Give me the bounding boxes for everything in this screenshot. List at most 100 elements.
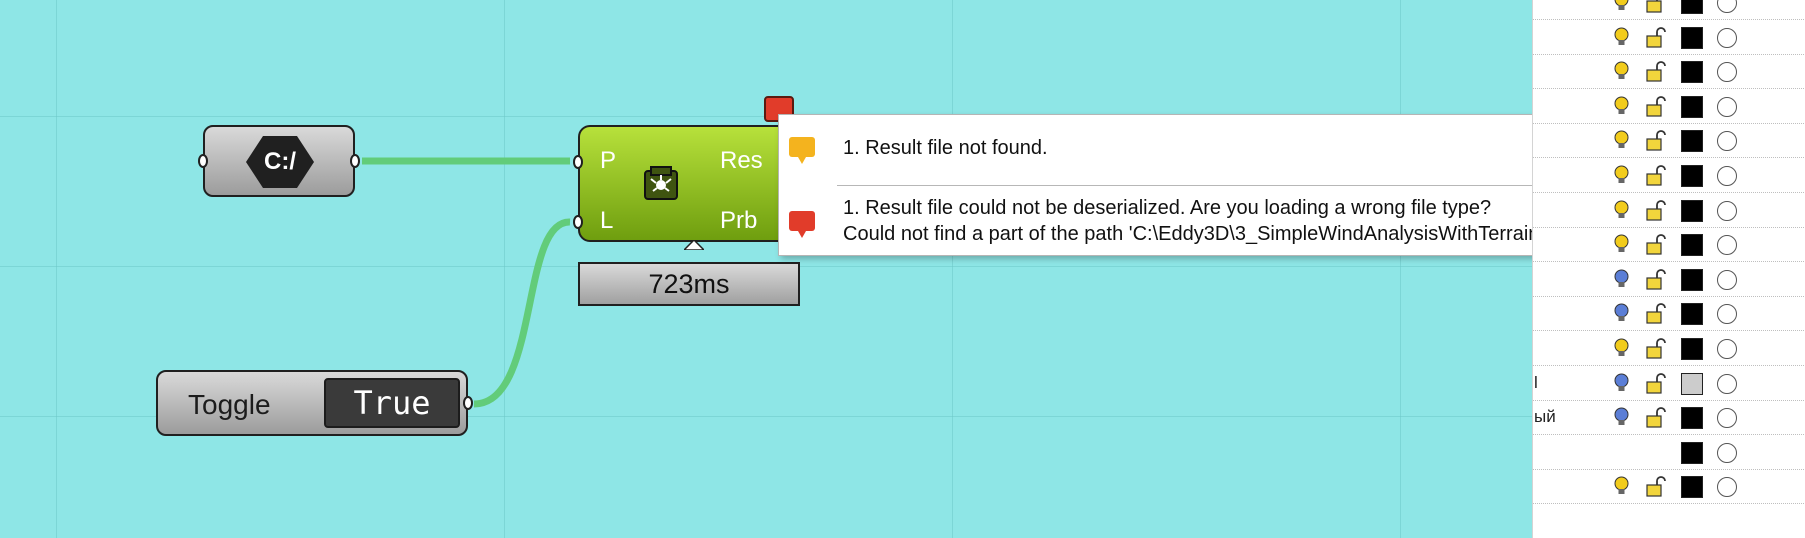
layer-row[interactable] (1533, 194, 1805, 228)
path-input-grip[interactable] (198, 154, 208, 168)
input-label-l: L (600, 207, 614, 234)
material-circle-icon[interactable] (1717, 0, 1737, 13)
material-circle-icon[interactable] (1717, 339, 1737, 359)
material-circle-icon[interactable] (1717, 373, 1737, 394)
unlock-icon[interactable] (1645, 476, 1667, 498)
layer-color-swatch[interactable] (1681, 441, 1703, 464)
layer-name: ый (1534, 407, 1556, 427)
layers-panel[interactable]: l ый (1532, 0, 1805, 538)
layer-row[interactable] (1533, 436, 1805, 470)
light-bulb-icon[interactable] (1613, 373, 1630, 395)
layer-row[interactable]: ый (1533, 401, 1805, 436)
material-circle-icon[interactable] (1717, 477, 1737, 498)
unlock-icon[interactable] (1645, 338, 1667, 360)
unlock-icon[interactable] (1645, 61, 1667, 83)
layer-row[interactable] (1533, 228, 1805, 263)
input-label-p: P (600, 147, 617, 174)
component-notch (684, 240, 704, 250)
light-bulb-icon[interactable] (1613, 269, 1630, 291)
layer-row[interactable] (1533, 332, 1805, 366)
layer-color-swatch[interactable] (1681, 407, 1703, 430)
material-circle-icon[interactable] (1717, 304, 1737, 325)
wind-analysis-component[interactable]: P L Res Prb (573, 125, 790, 242)
error-bubble-icon (789, 211, 815, 238)
light-bulb-icon[interactable] (1613, 130, 1630, 152)
layer-color-swatch[interactable] (1681, 372, 1703, 395)
toggle-label: Toggle (188, 389, 271, 420)
unlock-icon[interactable] (1645, 26, 1667, 49)
layer-row[interactable] (1533, 55, 1805, 90)
material-circle-icon[interactable] (1717, 27, 1737, 48)
error-message-line1: 1. Result file could not be deserialized… (843, 197, 1492, 219)
material-circle-icon[interactable] (1717, 166, 1737, 186)
material-circle-icon[interactable] (1717, 442, 1737, 463)
file-path-icon: C:/ (246, 136, 314, 188)
material-circle-icon[interactable] (1717, 235, 1737, 256)
input-grip-l[interactable] (573, 215, 583, 229)
layer-row[interactable] (1533, 0, 1805, 20)
layer-color-swatch[interactable] (1681, 338, 1703, 360)
layer-row[interactable] (1533, 263, 1805, 297)
light-bulb-icon[interactable] (1613, 165, 1630, 187)
layer-row[interactable]: l (1533, 367, 1805, 401)
material-circle-icon[interactable] (1717, 269, 1737, 290)
file-path-parameter[interactable]: C:/ (198, 125, 360, 197)
warning-bubble-icon (789, 137, 815, 164)
light-bulb-icon[interactable] (1613, 476, 1630, 498)
unlock-icon[interactable] (1645, 268, 1667, 291)
boolean-toggle[interactable]: Toggle True (156, 370, 473, 436)
error-message-line2: Could not find a part of the path 'C:\Ed… (843, 223, 1626, 245)
input-grip-p[interactable] (573, 155, 583, 169)
light-bulb-icon[interactable] (1613, 338, 1630, 360)
layer-color-swatch[interactable] (1681, 234, 1703, 257)
unlock-icon[interactable] (1645, 407, 1667, 429)
light-bulb-icon[interactable] (1613, 96, 1630, 118)
output-label-res: Res (720, 147, 763, 174)
layer-name: l (1534, 372, 1538, 392)
light-bulb-icon[interactable] (1613, 303, 1630, 325)
light-bulb-icon[interactable] (1613, 61, 1630, 83)
light-bulb-icon[interactable] (1613, 407, 1630, 429)
layer-row[interactable] (1533, 159, 1805, 193)
light-bulb-icon[interactable] (1613, 234, 1630, 256)
layer-color-swatch[interactable] (1681, 476, 1703, 499)
layer-color-swatch[interactable] (1681, 0, 1703, 14)
light-bulb-icon[interactable] (1613, 27, 1630, 49)
toggle-value-button[interactable]: True (324, 378, 460, 428)
layer-color-swatch[interactable] (1681, 61, 1703, 84)
material-circle-icon[interactable] (1717, 408, 1737, 429)
layer-row[interactable] (1533, 90, 1805, 124)
path-output-grip[interactable] (350, 154, 360, 168)
material-circle-icon[interactable] (1717, 96, 1737, 117)
layer-color-swatch[interactable] (1681, 130, 1703, 153)
material-circle-icon[interactable] (1717, 131, 1737, 152)
unlock-icon[interactable] (1645, 165, 1667, 187)
unlock-icon[interactable] (1645, 372, 1667, 395)
layer-color-swatch[interactable] (1681, 95, 1703, 118)
layer-color-swatch[interactable] (1681, 165, 1703, 187)
wind-analysis-icon (644, 166, 678, 200)
unlock-icon[interactable] (1645, 95, 1667, 118)
layer-color-swatch[interactable] (1681, 268, 1703, 291)
grasshopper-canvas[interactable]: C:/ Toggle True P L Res Prb 723ms (0, 0, 1532, 538)
layer-row[interactable] (1533, 297, 1805, 332)
unlock-icon[interactable] (1645, 234, 1667, 256)
layer-row[interactable] (1533, 470, 1805, 505)
wire-toggle-to-l (473, 218, 571, 408)
unlock-icon[interactable] (1645, 0, 1667, 14)
unlock-icon[interactable] (1645, 303, 1667, 325)
toggle-output-grip[interactable] (463, 396, 473, 410)
unlock-icon[interactable] (1645, 130, 1667, 152)
layer-row[interactable] (1533, 124, 1805, 159)
light-bulb-icon[interactable] (1613, 0, 1630, 14)
material-circle-icon[interactable] (1717, 200, 1737, 221)
unlock-icon[interactable] (1645, 199, 1667, 222)
material-circle-icon[interactable] (1717, 62, 1737, 83)
layer-color-swatch[interactable] (1681, 199, 1703, 222)
layer-color-swatch[interactable] (1681, 26, 1703, 49)
layer-color-swatch[interactable] (1681, 303, 1703, 326)
layer-row[interactable] (1533, 21, 1805, 55)
file-path-icon-text: C:/ (264, 148, 296, 175)
light-bulb-icon[interactable] (1613, 200, 1630, 222)
profiler-timer: 723ms (578, 262, 800, 306)
